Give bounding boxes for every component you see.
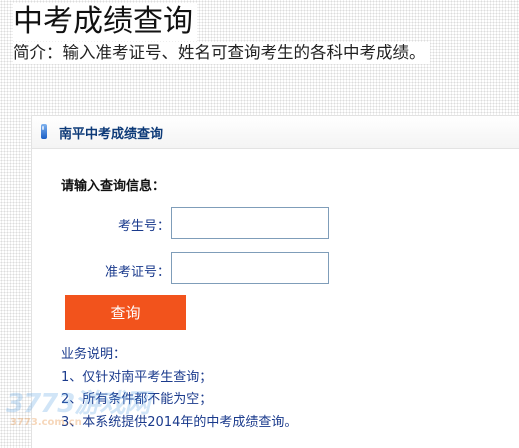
notes-item: 1、仅针对南平考生查询； xyxy=(61,369,213,385)
candidate-number-label: 考生号： xyxy=(117,219,170,234)
notes-heading: 业务说明： xyxy=(61,347,127,362)
page-intro: 简介：输入准考证号、姓名可查询考生的各科中考成绩。 xyxy=(13,42,430,64)
notes-item: 3、本系统提供2014年的中考成绩查询。 xyxy=(61,414,298,430)
candidate-number-input[interactable] xyxy=(171,207,329,239)
page-title: 中考成绩查询 xyxy=(13,3,197,41)
notes-item: 2、所有条件都不能为空； xyxy=(61,392,213,407)
panel-header: 南平中考成绩查询 xyxy=(32,116,519,149)
blue-bar-icon xyxy=(41,124,47,139)
query-panel: 南平中考成绩查询 请输入查询信息： 考生号： 准考证号： 查询 业务说明： 1、… xyxy=(31,115,519,448)
admission-ticket-input[interactable] xyxy=(171,252,329,284)
panel-title: 南平中考成绩查询 xyxy=(59,127,164,142)
section-title: 请输入查询信息： xyxy=(61,179,166,194)
query-button[interactable]: 查询 xyxy=(65,295,186,330)
notes: 业务说明： 1、仅针对南平考生查询； 2、所有条件都不能为空； 3、本系统提供2… xyxy=(61,344,297,434)
admission-ticket-label: 准考证号： xyxy=(104,265,170,280)
